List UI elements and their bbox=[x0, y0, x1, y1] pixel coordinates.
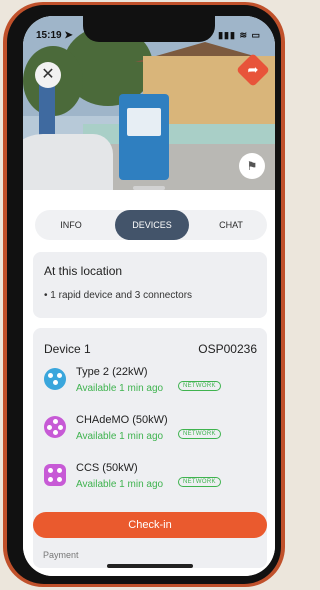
status-time: 15:19 ➤ bbox=[36, 30, 73, 41]
plug-pin bbox=[57, 468, 62, 473]
type2-plug-icon bbox=[44, 368, 66, 390]
photo-car bbox=[23, 134, 113, 196]
ccs-plug-icon bbox=[44, 464, 66, 486]
tab-bar: INFO DEVICES CHAT bbox=[35, 210, 267, 240]
tab-devices[interactable]: DEVICES bbox=[115, 210, 189, 240]
device-code: OSP00236 bbox=[198, 342, 257, 356]
plug-pin bbox=[57, 477, 62, 482]
plug-pin bbox=[48, 477, 53, 482]
photo-fence bbox=[83, 124, 275, 146]
sheet-drag-handle[interactable] bbox=[133, 186, 165, 190]
phone-notch bbox=[83, 16, 215, 42]
network-badge: NETWORK bbox=[178, 477, 221, 487]
location-title: At this location bbox=[44, 264, 123, 278]
photo-charger bbox=[119, 94, 169, 180]
connector-status: Available 1 min ago bbox=[76, 479, 164, 490]
tab-info[interactable]: INFO bbox=[35, 210, 107, 240]
plug-pin bbox=[58, 424, 63, 430]
app-screen: 15:19 ➤ ▮▮▮ ≋ ▭ ✕ ➦ ⚑ INFO DEVICES CHAT … bbox=[23, 16, 275, 576]
home-indicator[interactable] bbox=[107, 564, 193, 568]
bookmark-icon: ⚑ bbox=[246, 159, 258, 173]
connector-name: CCS (50kW) bbox=[76, 462, 138, 474]
navigate-button[interactable]: ➦ bbox=[236, 53, 270, 87]
device-title: Device 1 bbox=[44, 342, 91, 356]
location-summary: • 1 rapid device and 3 connectors bbox=[44, 290, 193, 301]
close-button[interactable]: ✕ bbox=[35, 62, 61, 88]
plug-pin bbox=[57, 373, 62, 378]
connector-item[interactable]: CCS (50kW) Available 1 min ago NETWORK bbox=[44, 462, 264, 502]
plug-pin bbox=[48, 373, 53, 378]
connector-status: Available 1 min ago bbox=[76, 431, 164, 442]
plug-pin bbox=[47, 424, 52, 430]
network-badge: NETWORK bbox=[178, 429, 221, 439]
status-icons: ▮▮▮ ≋ ▭ bbox=[218, 30, 261, 40]
plug-pin bbox=[52, 419, 58, 424]
connector-name: CHAdeMO (50kW) bbox=[76, 414, 168, 426]
checkin-button[interactable]: Check-in bbox=[33, 512, 267, 538]
plug-pin bbox=[52, 380, 58, 385]
plug-pin bbox=[48, 468, 53, 473]
close-icon: ✕ bbox=[41, 66, 55, 83]
tab-chat[interactable]: CHAT bbox=[195, 210, 267, 240]
photo-charger-screen bbox=[127, 108, 161, 136]
connector-name: Type 2 (22kW) bbox=[76, 366, 148, 378]
plug-pin bbox=[52, 430, 58, 435]
connector-status: Available 1 min ago bbox=[76, 383, 164, 394]
chademo-plug-icon bbox=[44, 416, 66, 438]
navigate-arrow-icon: ➦ bbox=[247, 62, 259, 77]
payment-section-label: Payment bbox=[43, 550, 79, 560]
connector-item[interactable]: CHAdeMO (50kW) Available 1 min ago NETWO… bbox=[44, 414, 264, 454]
location-summary-card: At this location • 1 rapid device and 3 … bbox=[33, 252, 267, 318]
bookmark-button[interactable]: ⚑ bbox=[239, 153, 265, 179]
phone-frame: 15:19 ➤ ▮▮▮ ≋ ▭ ✕ ➦ ⚑ INFO DEVICES CHAT … bbox=[3, 2, 285, 587]
connector-item[interactable]: Type 2 (22kW) Available 1 min ago NETWOR… bbox=[44, 366, 264, 406]
network-badge: NETWORK bbox=[178, 381, 221, 391]
